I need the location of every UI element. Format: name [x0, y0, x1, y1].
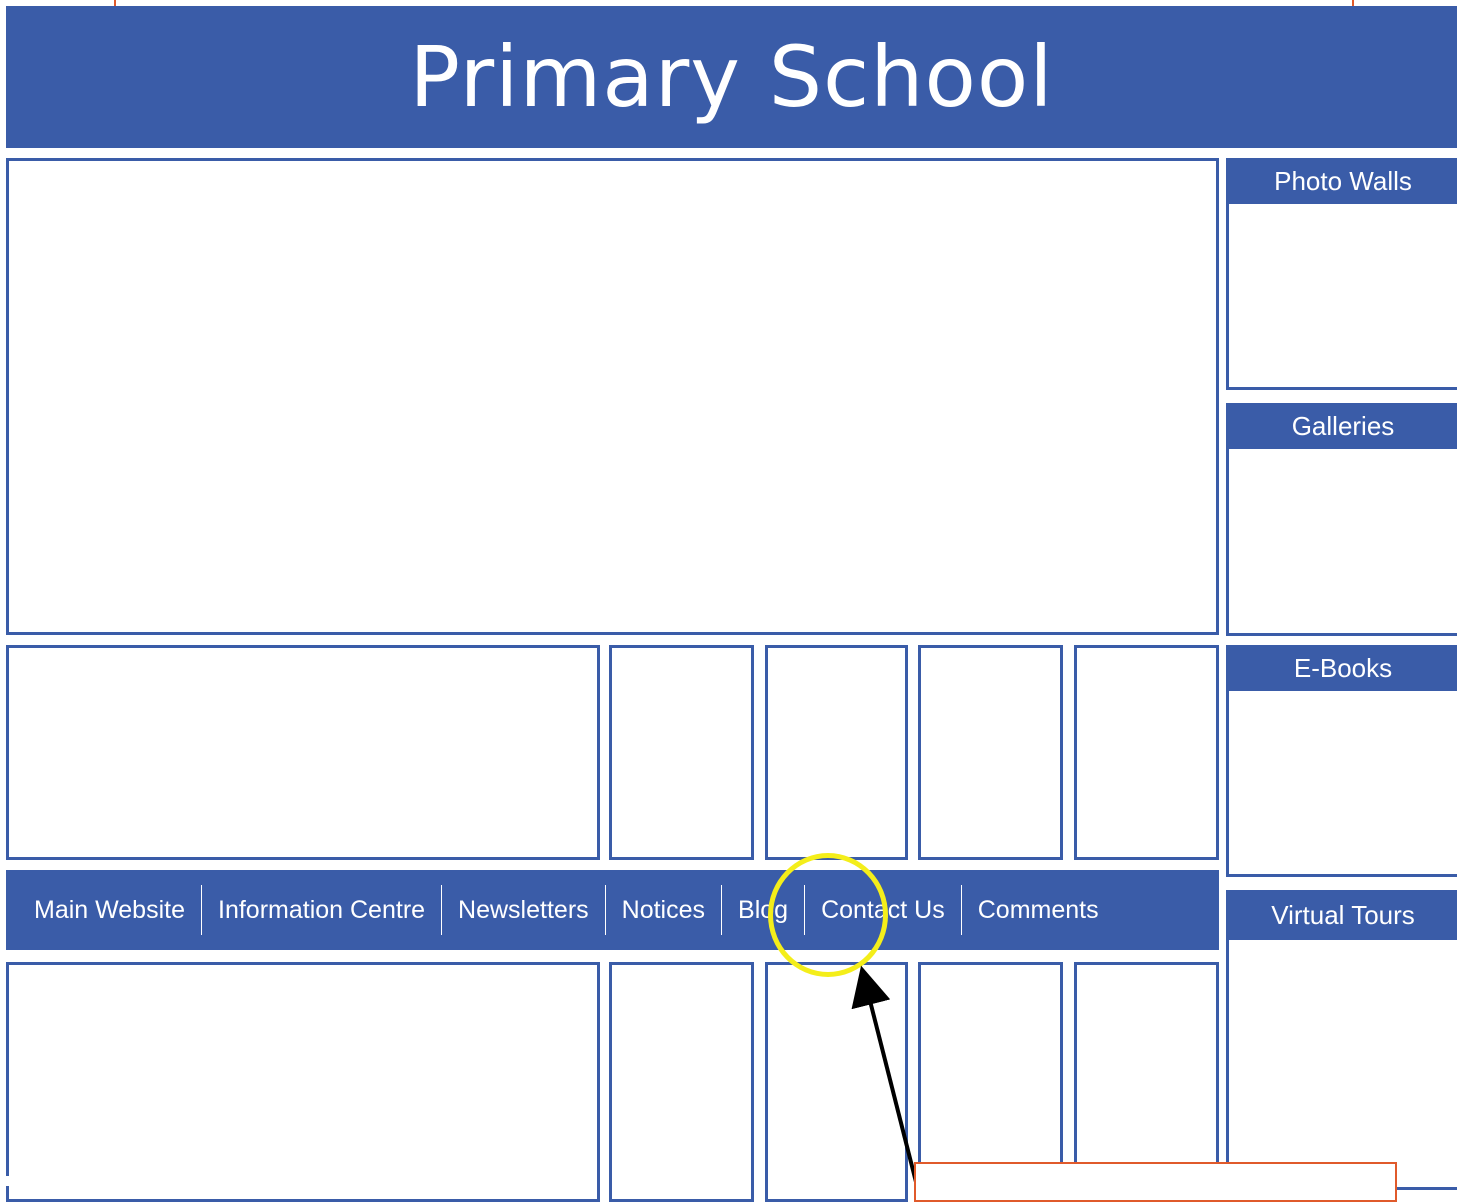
annotation-arrow: [851, 965, 918, 1182]
annotation-callout-box: [914, 1162, 1397, 1202]
